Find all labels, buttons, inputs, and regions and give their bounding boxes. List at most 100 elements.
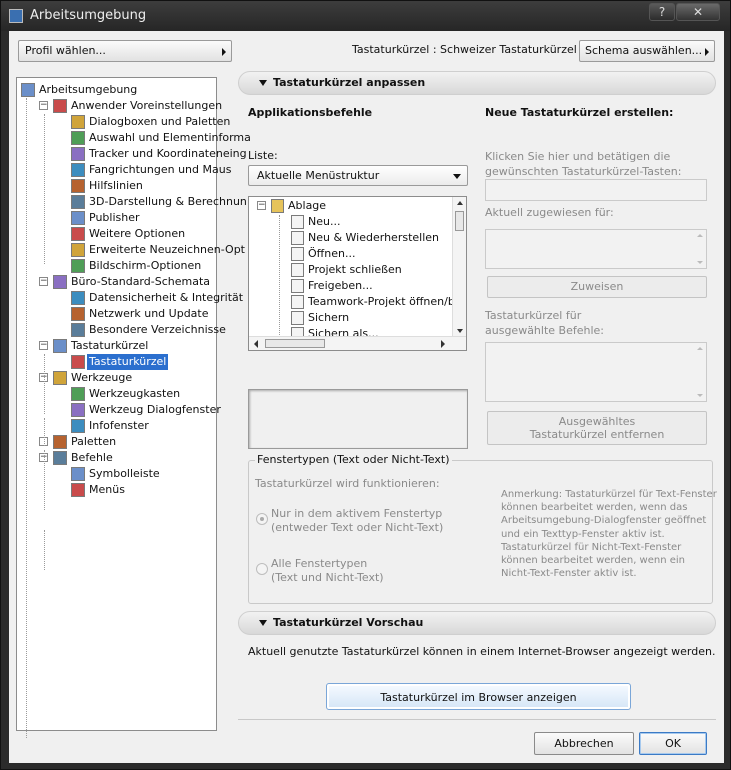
horizontal-scrollbar[interactable] <box>249 336 466 350</box>
scheme-label: Tastaturkürzel : Schweizer Tastaturkürze… <box>352 43 595 56</box>
scheme-button-label: Schema auswählen... <box>585 44 703 57</box>
window-types-title: Fenstertypen (Text oder Nicht-Text) <box>255 453 452 466</box>
tree-item-label: Anwender Voreinstellungen <box>71 99 223 112</box>
help-button[interactable]: ? <box>649 3 675 21</box>
option-all-window-types[interactable]: Alle Fenstertypen (Text und Nicht-Text) <box>271 557 384 585</box>
scheme-button[interactable]: Schema auswählen... <box>579 40 715 62</box>
tree-item-label: Netzwerk und Update <box>89 307 209 320</box>
scroll-down-icon[interactable] <box>457 329 463 333</box>
option-line: Nur in dem aktivem Fenstertyp <box>271 507 443 520</box>
shortcut-capture-field[interactable] <box>485 179 707 201</box>
tree-item-label: Datensicherheit & Integrität <box>89 291 244 304</box>
preview-section-header[interactable]: Tastaturkürzel Vorschau <box>238 611 716 635</box>
new-shortcut-title: Neue Tastaturkürzel erstellen: <box>485 106 674 119</box>
command-label: Teamwork-Projekt öffnen/bei <box>308 295 465 308</box>
option-active-window-type[interactable]: Nur in dem aktivem Fenstertyp (entweder … <box>271 507 443 535</box>
commands-list[interactable]: Ablage Neu... Neu & Wiederherstellen Öffnen… <box>248 196 467 351</box>
expand-toggle-icon[interactable]: − <box>39 277 48 286</box>
tree-item-label: Auswahl und Elementinforma <box>89 131 251 144</box>
scroll-up-icon[interactable] <box>697 234 703 237</box>
command-icon <box>291 295 304 309</box>
settings-item-icon <box>53 339 67 353</box>
settings-item-icon <box>71 259 85 273</box>
settings-item-icon <box>71 179 85 193</box>
option-line: (entweder Text oder Nicht-Text) <box>271 521 444 534</box>
show-in-browser-button[interactable]: Tastaturkürzel im Browser anzeigen <box>326 683 631 710</box>
tree-item-label: Dialogboxen und Paletten <box>89 115 231 128</box>
note-line: Anmerkung: Tastaturkürzel für Text-Fenst… <box>501 489 717 500</box>
expand-toggle-icon[interactable]: − <box>39 341 48 350</box>
settings-tree[interactable]: Arbeitsumgebung Anwender Voreinstellungen… <box>16 77 251 738</box>
selected-label-line: ausgewählte Befehle: <box>485 324 604 337</box>
list-select-value: Aktuelle Menüstruktur <box>257 169 380 182</box>
preview-description: Aktuell genutzte Tastaturkürzel können i… <box>248 645 716 658</box>
works-label: Tastaturkürzel wird funktionieren: <box>255 477 440 490</box>
dialog-body: Profil wählen... Tastaturkürzel : Schwei… <box>9 31 724 763</box>
tree-guide-line <box>44 418 45 446</box>
ok-button[interactable]: OK <box>639 732 707 755</box>
settings-item-icon <box>71 483 85 497</box>
vertical-scrollbar[interactable] <box>452 197 466 337</box>
tree-item-label: Tracker und Koordinateneing <box>89 147 247 160</box>
tree-item-label: Publisher <box>89 211 140 224</box>
dialog-window: Arbeitsumgebung ? ✕ Profil wählen... Tas… <box>0 0 731 770</box>
scroll-left-icon[interactable] <box>254 340 258 348</box>
folder-icon <box>271 199 284 213</box>
tree-item-label: Besondere Verzeichnisse <box>89 323 226 336</box>
scroll-down-icon[interactable] <box>697 261 703 264</box>
scroll-thumb[interactable] <box>455 211 464 231</box>
scroll-right-icon[interactable] <box>441 340 445 348</box>
assign-button[interactable]: Zuweisen <box>487 276 707 298</box>
tree-item-label: Symbolleiste <box>89 467 160 480</box>
radio-all-window-types[interactable] <box>256 563 268 575</box>
selected-shortcuts-list[interactable] <box>485 342 707 402</box>
app-commands-title: Applikationsbefehle <box>248 106 373 119</box>
profile-button-label: Profil wählen... <box>25 44 106 57</box>
tree-item-label: Erweiterte Neuzeichnen-Opt <box>89 243 245 256</box>
instruction-text: Klicken Sie hier und betätigen die gewün… <box>485 149 681 179</box>
tree-item-label: Bildschirm-Optionen <box>89 259 202 272</box>
list-label: Liste: <box>248 149 278 162</box>
note-line: Arbeitsumgebung-Dialogfenster geöffnet <box>501 515 707 527</box>
remove-shortcut-button[interactable]: Ausgewähltes Tastaturkürzel entfernen <box>487 411 707 445</box>
settings-item-icon <box>71 163 85 177</box>
hscroll-thumb[interactable] <box>265 339 325 348</box>
profile-button[interactable]: Profil wählen... <box>18 40 232 62</box>
list-select[interactable]: Aktuelle Menüstruktur <box>248 165 468 186</box>
command-label: Projekt schließen <box>308 263 402 276</box>
settings-item-icon <box>71 307 85 321</box>
expand-toggle-icon[interactable]: − <box>39 101 48 110</box>
tree-guide-line <box>44 114 45 264</box>
settings-item-icon <box>71 115 85 129</box>
tree-item-label: Fangrichtungen und Maus <box>89 163 232 176</box>
collapse-icon <box>259 80 267 86</box>
note-line: können bearbeitet werden, wenn ein <box>501 555 686 567</box>
selected-label-line: Tastaturkürzel für <box>485 309 582 322</box>
remove-button-line: Tastaturkürzel entfernen <box>529 428 665 441</box>
note-line: können bearbeitet werden, wenn das <box>501 502 688 514</box>
footer-divider <box>238 719 716 720</box>
app-icon <box>9 9 23 23</box>
command-label: Sichern <box>308 311 350 324</box>
command-preview-box <box>248 389 468 449</box>
radio-active-window-type[interactable] <box>256 513 268 525</box>
settings-item-icon <box>53 99 67 113</box>
close-button[interactable]: ✕ <box>676 3 720 21</box>
command-label: Ablage <box>288 199 327 212</box>
tree-item-label: Befehle <box>71 451 113 464</box>
scroll-down-icon[interactable] <box>697 394 703 397</box>
instruction-line: Klicken Sie hier und betätigen die <box>485 150 671 163</box>
tree-guide-line <box>44 530 45 570</box>
assigned-list[interactable] <box>485 229 707 269</box>
customize-section-header[interactable]: Tastaturkürzel anpassen <box>238 71 716 95</box>
settings-item-icon <box>71 403 85 417</box>
expand-toggle-icon[interactable]: − <box>257 201 266 210</box>
cancel-button[interactable]: Abbrechen <box>534 732 634 755</box>
scroll-up-icon[interactable] <box>457 201 463 205</box>
command-icon <box>291 311 304 325</box>
scroll-up-icon[interactable] <box>697 347 703 350</box>
settings-item-icon <box>71 243 85 257</box>
command-icon <box>291 247 304 261</box>
settings-item-icon <box>53 275 67 289</box>
tree-item-label: Tastaturkürzel <box>71 339 149 352</box>
